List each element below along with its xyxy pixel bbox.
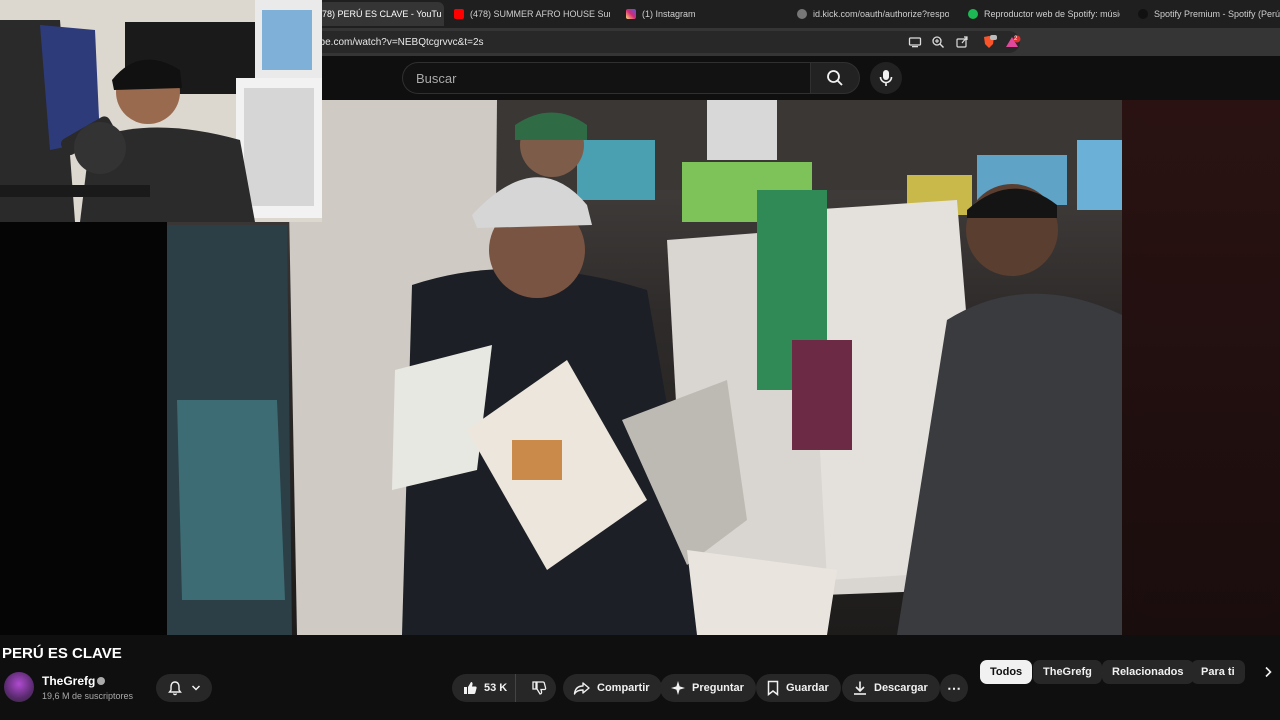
search-icon bbox=[826, 69, 844, 87]
save-button[interactable]: Guardar bbox=[756, 674, 841, 702]
bell-icon bbox=[167, 680, 183, 696]
rewards-icon[interactable]: 2 bbox=[1004, 35, 1022, 49]
chip-relacionados[interactable]: Relacionados bbox=[1102, 660, 1194, 684]
spotify-icon bbox=[1138, 9, 1148, 19]
cast-icon[interactable] bbox=[908, 35, 922, 49]
voice-search-button[interactable] bbox=[870, 62, 902, 94]
webcam-overlay bbox=[0, 0, 322, 222]
chevron-down-icon bbox=[191, 683, 201, 693]
thumbs-up-icon bbox=[462, 680, 478, 696]
ask-button[interactable]: Preguntar bbox=[660, 674, 756, 702]
chip-para-ti[interactable]: Para ti bbox=[1191, 660, 1245, 684]
instagram-icon bbox=[626, 9, 636, 19]
like-button[interactable]: 53 K bbox=[452, 674, 517, 702]
brave-shield-icon[interactable] bbox=[981, 35, 997, 49]
more-horizontal-icon: ⋯ bbox=[947, 679, 961, 696]
tab-kick-oauth[interactable]: id.kick.com/oauth/authorize?respons bbox=[797, 2, 949, 26]
tab-title: 78) PERÚ ES CLAVE - YouTu bbox=[322, 9, 442, 19]
tab-title: (478) SUMMER AFRO HOUSE Sunset bbox=[470, 9, 610, 19]
search-input[interactable]: Buscar bbox=[402, 62, 810, 94]
share-label: Compartir bbox=[597, 682, 650, 694]
verified-badge-icon bbox=[97, 677, 105, 685]
thumbs-down-icon bbox=[531, 680, 547, 696]
save-label: Guardar bbox=[786, 682, 829, 694]
chevron-right-icon bbox=[1263, 666, 1273, 678]
subscriber-count: 19,6 M de suscriptores bbox=[42, 691, 134, 701]
chip-thegrefg[interactable]: TheGrefg bbox=[1033, 660, 1102, 684]
channel-avatar[interactable] bbox=[4, 672, 34, 702]
video-side-panel bbox=[1122, 100, 1280, 635]
bookmark-icon bbox=[766, 680, 780, 696]
tab-summer-afro-house[interactable]: (478) SUMMER AFRO HOUSE Sunset bbox=[454, 2, 610, 26]
notifications-button[interactable] bbox=[156, 674, 212, 702]
tab-title: id.kick.com/oauth/authorize?respons bbox=[813, 9, 949, 19]
webcam-image bbox=[0, 0, 322, 222]
dislike-button[interactable] bbox=[522, 674, 556, 702]
globe-icon bbox=[797, 9, 807, 19]
channel-name[interactable]: TheGrefg bbox=[42, 674, 95, 688]
mic-icon bbox=[879, 69, 893, 87]
zoom-icon[interactable] bbox=[931, 35, 945, 49]
share-button[interactable]: Compartir bbox=[563, 674, 662, 702]
chip-todos[interactable]: Todos bbox=[980, 660, 1033, 684]
download-icon bbox=[852, 680, 868, 696]
tab-youtube-peru[interactable]: 78) PERÚ ES CLAVE - YouTu × bbox=[318, 2, 444, 26]
like-count: 53 K bbox=[484, 682, 508, 694]
tab-title: (1) Instagram bbox=[642, 9, 696, 19]
tab-spotify-premium[interactable]: Spotify Premium - Spotify (Perú) bbox=[1138, 2, 1280, 26]
more-actions-button[interactable]: ⋯ bbox=[940, 674, 968, 702]
chips-next-button[interactable] bbox=[1258, 662, 1278, 682]
like-dislike-group: 53 K bbox=[452, 674, 556, 702]
youtube-icon bbox=[454, 9, 464, 19]
search-button[interactable] bbox=[810, 62, 860, 94]
extension-badge: 2 bbox=[1014, 36, 1018, 42]
spotify-icon bbox=[968, 9, 978, 19]
download-button[interactable]: Descargar bbox=[842, 674, 940, 702]
ask-label: Preguntar bbox=[692, 682, 744, 694]
video-title: PERÚ ES CLAVE bbox=[2, 645, 122, 662]
share-icon bbox=[573, 680, 591, 696]
sparkle-icon bbox=[670, 680, 686, 696]
tab-spotify-web-player[interactable]: Reproductor web de Spotify: música bbox=[968, 2, 1120, 26]
share-page-icon[interactable] bbox=[955, 35, 969, 49]
tab-title: Reproductor web de Spotify: música bbox=[984, 9, 1120, 19]
tab-instagram[interactable]: (1) Instagram bbox=[626, 2, 776, 26]
tab-title: Spotify Premium - Spotify (Perú) bbox=[1154, 9, 1280, 19]
download-label: Descargar bbox=[874, 682, 928, 694]
